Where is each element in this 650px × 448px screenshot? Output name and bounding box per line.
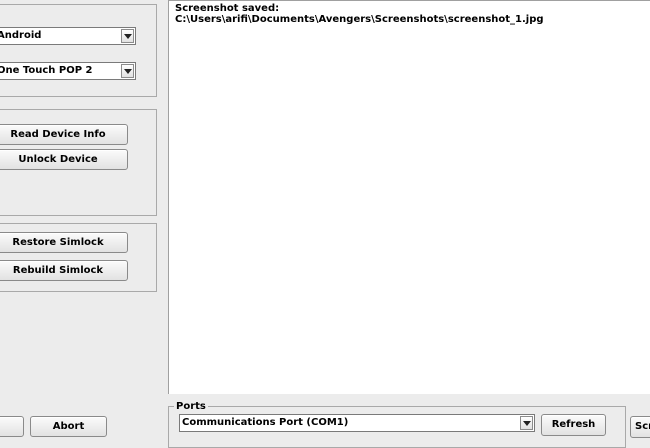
chevron-down-icon[interactable] (121, 64, 134, 78)
port-select[interactable]: Communications Port (COM1) (179, 414, 535, 432)
restore-simlock-button[interactable]: Restore Simlock (0, 232, 128, 253)
platform-select-value: Android (0, 30, 42, 41)
platform-select[interactable]: Android (0, 27, 136, 45)
ports-legend: Ports (174, 401, 208, 412)
screenshot-button[interactable]: Scr (630, 416, 650, 438)
abort-button[interactable]: Abort (30, 416, 107, 437)
unlock-device-button[interactable]: Unlock Device (0, 149, 128, 170)
left-cut-button[interactable] (0, 416, 24, 437)
read-device-info-button[interactable]: Read Device Info (0, 124, 128, 145)
model-select-value: One Touch POP 2 (0, 65, 93, 76)
log-line: Screenshot saved: (175, 3, 280, 14)
port-select-value: Communications Port (COM1) (182, 417, 349, 428)
chevron-down-icon[interactable] (520, 416, 533, 430)
rebuild-simlock-button[interactable]: Rebuild Simlock (0, 260, 128, 281)
device-selection-group (0, 4, 157, 97)
chevron-down-icon[interactable] (121, 29, 134, 43)
log-line: C:\Users\arifi\Documents\Avengers\Screen… (175, 14, 544, 25)
log-output[interactable]: Screenshot saved: C:\Users\arifi\Documen… (168, 0, 650, 394)
model-select[interactable]: One Touch POP 2 (0, 62, 136, 80)
